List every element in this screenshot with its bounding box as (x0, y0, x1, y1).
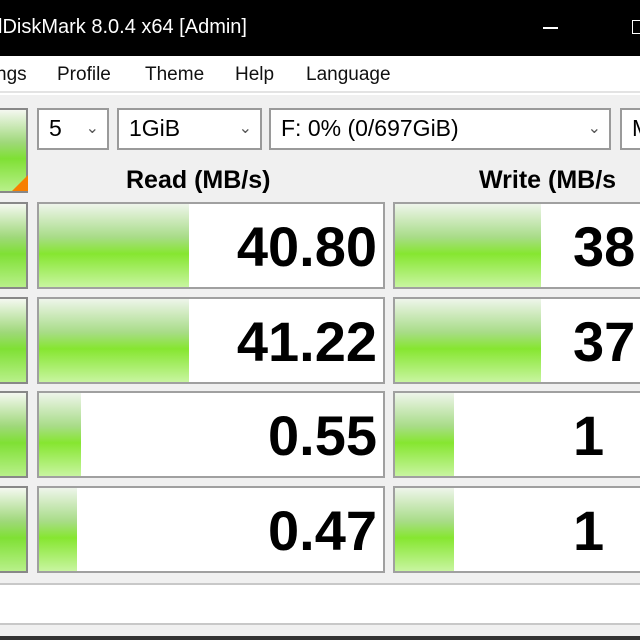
menu-language[interactable]: Language (306, 64, 391, 86)
count-select[interactable]: 5 ⌄ (37, 108, 109, 150)
minimize-button[interactable] (543, 27, 558, 29)
write-result: 37 (393, 297, 640, 384)
write-header: Write (MB/s (479, 166, 617, 194)
count-value: 5 (49, 115, 62, 141)
chevron-down-icon: ⌄ (238, 120, 252, 137)
read-result: 0.55 (37, 391, 385, 478)
test-button-4[interactable] (0, 486, 28, 573)
test-button-1[interactable] (0, 202, 28, 289)
read-header: Read (MB/s) (126, 166, 271, 194)
window-title: lDiskMark 8.0.4 x64 [Admin] (0, 16, 247, 38)
unit-value: M (632, 115, 640, 141)
write-bar (395, 488, 455, 571)
menu-settings[interactable]: ngs (0, 64, 27, 86)
chevron-down-icon: ⌄ (85, 120, 99, 137)
read-value: 0.55 (268, 404, 377, 467)
drive-select[interactable]: F: 0% (0/697GiB) ⌄ (269, 108, 611, 150)
write-value: 1 (573, 499, 605, 562)
corner-marker-icon (12, 175, 28, 191)
size-value: 1GiB (129, 115, 181, 141)
comment-field[interactable] (0, 583, 640, 625)
read-value: 41.22 (236, 310, 377, 373)
read-bar (39, 299, 189, 382)
maximize-button[interactable] (632, 20, 640, 34)
read-bar (39, 204, 189, 287)
write-bar (395, 393, 455, 476)
read-bar (39, 488, 78, 571)
title-bar: lDiskMark 8.0.4 x64 [Admin] (0, 0, 640, 56)
write-result: 1 (393, 486, 640, 573)
write-value: 38 (573, 215, 636, 278)
read-result: 40.80 (37, 202, 385, 289)
chevron-down-icon: ⌄ (587, 120, 601, 137)
test-button-2[interactable] (0, 297, 28, 384)
read-bar (39, 393, 81, 476)
drive-value: F: 0% (0/697GiB) (281, 115, 459, 141)
write-value: 37 (573, 310, 636, 373)
menu-theme[interactable]: Theme (145, 64, 204, 86)
write-bar (395, 299, 542, 382)
read-value: 0.47 (268, 499, 377, 562)
test-button-3[interactable] (0, 391, 28, 478)
write-bar (395, 204, 542, 287)
unit-select[interactable]: M (620, 108, 640, 150)
window-border (0, 636, 640, 640)
size-select[interactable]: 1GiB ⌄ (117, 108, 262, 150)
menu-help[interactable]: Help (235, 64, 274, 86)
write-result: 1 (393, 391, 640, 478)
menu-profile[interactable]: Profile (57, 64, 111, 86)
write-value: 1 (573, 404, 605, 467)
write-result: 38 (393, 202, 640, 289)
menu-bar: ngs Profile Theme Help Language (0, 56, 640, 93)
read-result: 41.22 (37, 297, 385, 384)
read-value: 40.80 (236, 215, 377, 278)
read-result: 0.47 (37, 486, 385, 573)
